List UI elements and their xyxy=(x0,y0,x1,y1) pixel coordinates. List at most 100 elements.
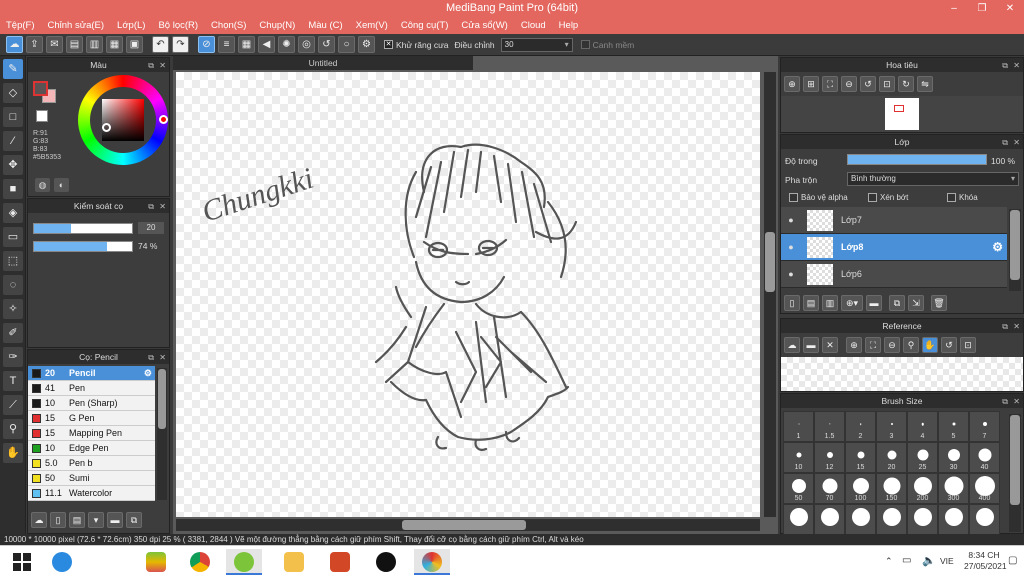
reset-rotation-icon[interactable]: ⊡ xyxy=(879,76,895,92)
close-panel-icon[interactable]: ✕ xyxy=(1013,395,1020,409)
menu-color[interactable]: Màu (C) xyxy=(308,20,342,31)
hue-handle[interactable] xyxy=(159,115,168,124)
brush-size-option[interactable]: 400 xyxy=(969,473,1000,504)
document-icon[interactable]: ▤ xyxy=(66,36,83,53)
settings-icon[interactable]: ⚙ xyxy=(358,36,375,53)
canvas-horizontal-scrollbar[interactable] xyxy=(176,519,760,531)
new-halftone-layer-icon[interactable]: ▤ xyxy=(803,295,819,311)
zoom-in-icon[interactable]: ⊕ xyxy=(846,337,862,353)
clipping-checkbox[interactable] xyxy=(868,193,877,202)
zoom-out-icon[interactable]: ⊖ xyxy=(841,76,857,92)
reset-view-icon[interactable]: ⊡ xyxy=(960,337,976,353)
brush-size-option[interactable]: 7 xyxy=(969,411,1000,442)
network-icon[interactable]: ▭ xyxy=(902,555,911,566)
language-indicator[interactable]: VIE xyxy=(940,556,954,566)
menu-filter[interactable]: Bộ lọc(R) xyxy=(158,20,198,31)
saturation-square[interactable] xyxy=(102,99,144,141)
magic-wand-tool-icon[interactable]: ✧ xyxy=(3,299,23,319)
fit-icon[interactable]: ⛶ xyxy=(822,76,838,92)
hue-wheel[interactable] xyxy=(78,75,168,165)
hand-icon[interactable]: ✋ xyxy=(922,337,938,353)
clipping-option[interactable]: Xén bớt xyxy=(868,193,908,202)
brush-size-option[interactable]: 4 xyxy=(907,411,938,442)
flip-icon[interactable]: ⇋ xyxy=(917,76,933,92)
close-panel-icon[interactable]: ✕ xyxy=(1013,136,1020,150)
popout-icon[interactable]: ⧉ xyxy=(148,351,154,365)
menu-view[interactable]: Xem(V) xyxy=(356,20,388,31)
menu-window[interactable]: Cửa sổ(W) xyxy=(461,20,507,31)
canvas-vertical-scrollbar[interactable] xyxy=(764,72,776,517)
duplicate-layer-icon[interactable]: ⧉ xyxy=(889,295,905,311)
copy-brush-icon[interactable]: ▤ xyxy=(69,512,85,528)
popout-icon[interactable]: ⧉ xyxy=(148,59,154,73)
brush-opacity-slider[interactable] xyxy=(33,241,133,252)
brush-size-option[interactable]: 40 xyxy=(969,442,1000,473)
alpha-protect-option[interactable]: Bảo vệ alpha xyxy=(789,193,848,202)
primary-color-swatch[interactable] xyxy=(33,81,48,96)
brush-size-option[interactable]: 150 xyxy=(876,473,907,504)
select-eraser-tool-icon[interactable]: ✑ xyxy=(3,347,23,367)
brush-size-option[interactable]: 30 xyxy=(938,442,969,473)
cloud-icon[interactable]: ☁ xyxy=(6,36,23,53)
adjust-select[interactable]: 30 xyxy=(500,37,573,52)
brush-size-option[interactable]: 2 xyxy=(845,411,876,442)
gear-icon[interactable]: ⚙ xyxy=(144,368,152,379)
layer-list-scrollbar[interactable] xyxy=(1009,209,1021,291)
brush-item-g-pen[interactable]: 15 G Pen xyxy=(28,411,155,426)
brush-size-scrollbar[interactable] xyxy=(1009,414,1021,532)
close-panel-icon[interactable]: ✕ xyxy=(1013,59,1020,73)
minimize-button[interactable]: – xyxy=(940,0,968,17)
grid-icon[interactable]: ▦ xyxy=(106,36,123,53)
divide-tool-icon[interactable]: ⟋ xyxy=(3,395,23,415)
eyedropper-icon[interactable]: ⚲ xyxy=(903,337,919,353)
menu-layer[interactable]: Lớp(L) xyxy=(117,20,145,31)
lasso-tool-icon[interactable]: ◌ xyxy=(3,275,23,295)
curve-snap-icon[interactable]: ↺ xyxy=(318,36,335,53)
brush-size-option[interactable]: 1 xyxy=(783,411,814,442)
taskbar-internet-explorer[interactable] xyxy=(44,549,80,575)
move-tool-icon[interactable]: ✥ xyxy=(3,155,23,175)
close-panel-icon[interactable]: ✕ xyxy=(159,200,166,214)
duplicate-icon[interactable]: ⧉ xyxy=(126,512,142,528)
visibility-icon[interactable]: ● xyxy=(781,242,801,252)
gear-icon[interactable]: ⚙ xyxy=(992,240,1003,254)
rotate-left-icon[interactable]: ↺ xyxy=(860,76,876,92)
select-pen-tool-icon[interactable]: ✐ xyxy=(3,323,23,343)
rectangle-tool-icon[interactable]: □ xyxy=(3,107,23,127)
menu-file[interactable]: Tệp(F) xyxy=(6,20,35,31)
brush-item-pen[interactable]: 41 Pen xyxy=(28,381,155,396)
folder-icon[interactable]: ▬ xyxy=(107,512,123,528)
cross-snap-icon[interactable]: ▦ xyxy=(238,36,255,53)
brush-item-edge-pen[interactable]: 10 Edge Pen xyxy=(28,441,155,456)
eyedropper-tool-icon[interactable]: ⚲ xyxy=(3,419,23,439)
brush-item-mapping-pen[interactable]: 15 Mapping Pen xyxy=(28,426,155,441)
vanishing-snap-icon[interactable]: ◀ xyxy=(258,36,275,53)
brush-size-option[interactable]: 70 xyxy=(814,473,845,504)
popout-icon[interactable]: ⧉ xyxy=(1002,136,1008,150)
fill-shape-tool-icon[interactable]: ■ xyxy=(3,179,23,199)
start-button[interactable] xyxy=(4,549,40,575)
brush-size-option[interactable]: 5 xyxy=(938,411,969,442)
menu-tools[interactable]: Công cụ(T) xyxy=(401,20,449,31)
open-file-icon[interactable]: ▬ xyxy=(803,337,819,353)
document-tab[interactable]: Untitled xyxy=(173,56,473,70)
brush-size-option[interactable] xyxy=(938,504,969,535)
brush-item-pen-sharp[interactable]: 10 Pen (Sharp) xyxy=(28,396,155,411)
menu-edit[interactable]: Chỉnh sửa(E) xyxy=(48,20,105,31)
page-icon[interactable]: ▥ xyxy=(86,36,103,53)
close-reference-icon[interactable]: ✕ xyxy=(822,337,838,353)
brush-size-option[interactable]: 15 xyxy=(845,442,876,473)
layer-opacity-slider[interactable] xyxy=(847,154,987,165)
layer-item-lop6[interactable]: ● Lớp6 xyxy=(781,261,1007,288)
snap-off-icon[interactable]: ⊘ xyxy=(198,36,215,53)
brush-item-sumi[interactable]: 50 Sumi xyxy=(28,471,155,486)
lock-checkbox[interactable] xyxy=(947,193,956,202)
popout-icon[interactable]: ⧉ xyxy=(1002,395,1008,409)
circle-snap-icon[interactable]: ◎ xyxy=(298,36,315,53)
text-tool-icon[interactable]: T xyxy=(3,371,23,391)
taskbar-file-explorer[interactable] xyxy=(276,549,312,575)
brush-size-option[interactable]: 100 xyxy=(845,473,876,504)
popout-icon[interactable]: ⧉ xyxy=(148,200,154,214)
menu-cloud[interactable]: Cloud xyxy=(521,20,546,31)
add-brush-icon[interactable]: ▾ xyxy=(88,512,104,528)
